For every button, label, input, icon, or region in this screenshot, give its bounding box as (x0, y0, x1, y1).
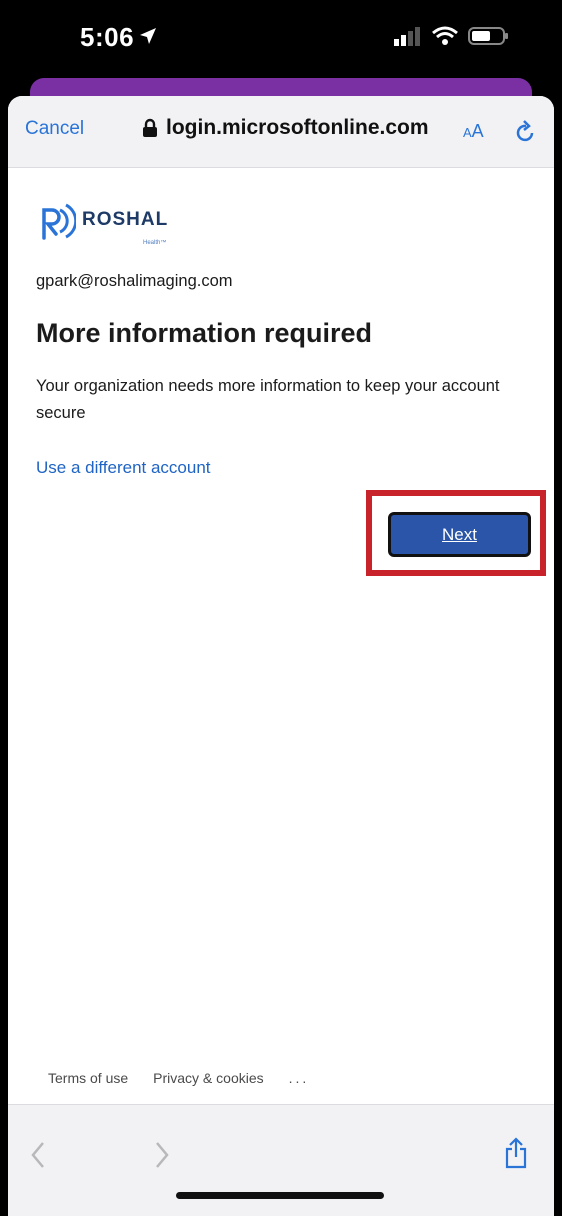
footer-links: Terms of use Privacy & cookies ... (48, 1070, 309, 1086)
signal-icon (394, 27, 420, 46)
description-text: Your organization needs more information… (36, 377, 500, 422)
terms-link[interactable]: Terms of use (48, 1070, 128, 1086)
use-different-account-link[interactable]: Use a different account (36, 458, 211, 478)
back-icon[interactable] (30, 1141, 46, 1169)
address-bar[interactable]: login.microsoftonline.com (142, 116, 429, 140)
reload-icon[interactable] (515, 118, 537, 144)
account-email: gpark@roshalimaging.com (36, 272, 233, 290)
home-indicator[interactable] (176, 1192, 384, 1199)
lock-icon (143, 118, 157, 137)
share-icon[interactable] (504, 1137, 528, 1169)
auth-sheet: Cancel login.microsoftonline.com AA ROSH… (8, 96, 554, 1216)
logo-name: ROSHAL (82, 209, 169, 230)
status-bar: 5:06 (0, 0, 562, 80)
forward-icon[interactable] (154, 1141, 170, 1169)
text-size-small-a: A (463, 125, 472, 140)
wifi-icon (432, 26, 458, 45)
browser-bar: Cancel login.microsoftonline.com AA (8, 96, 554, 168)
privacy-link[interactable]: Privacy & cookies (153, 1070, 263, 1086)
next-button[interactable]: Next (388, 512, 531, 557)
page-title: More information required (36, 318, 373, 348)
status-time: 5:06 (80, 22, 135, 52)
more-options-button[interactable]: ... (289, 1070, 310, 1086)
url-text: login.microsoftonline.com (166, 116, 429, 139)
browser-toolbar (8, 1104, 554, 1216)
logo-subtext: Health™ (143, 240, 167, 246)
battery-icon (468, 27, 508, 45)
text-size-big-a: A (471, 121, 484, 141)
text-size-button[interactable]: AA (463, 121, 484, 142)
roshal-logo-mark (42, 203, 76, 240)
location-arrow-icon (140, 28, 156, 44)
roshal-logo: ROSHAL Health™ (38, 200, 169, 246)
cancel-button[interactable]: Cancel (25, 118, 84, 140)
